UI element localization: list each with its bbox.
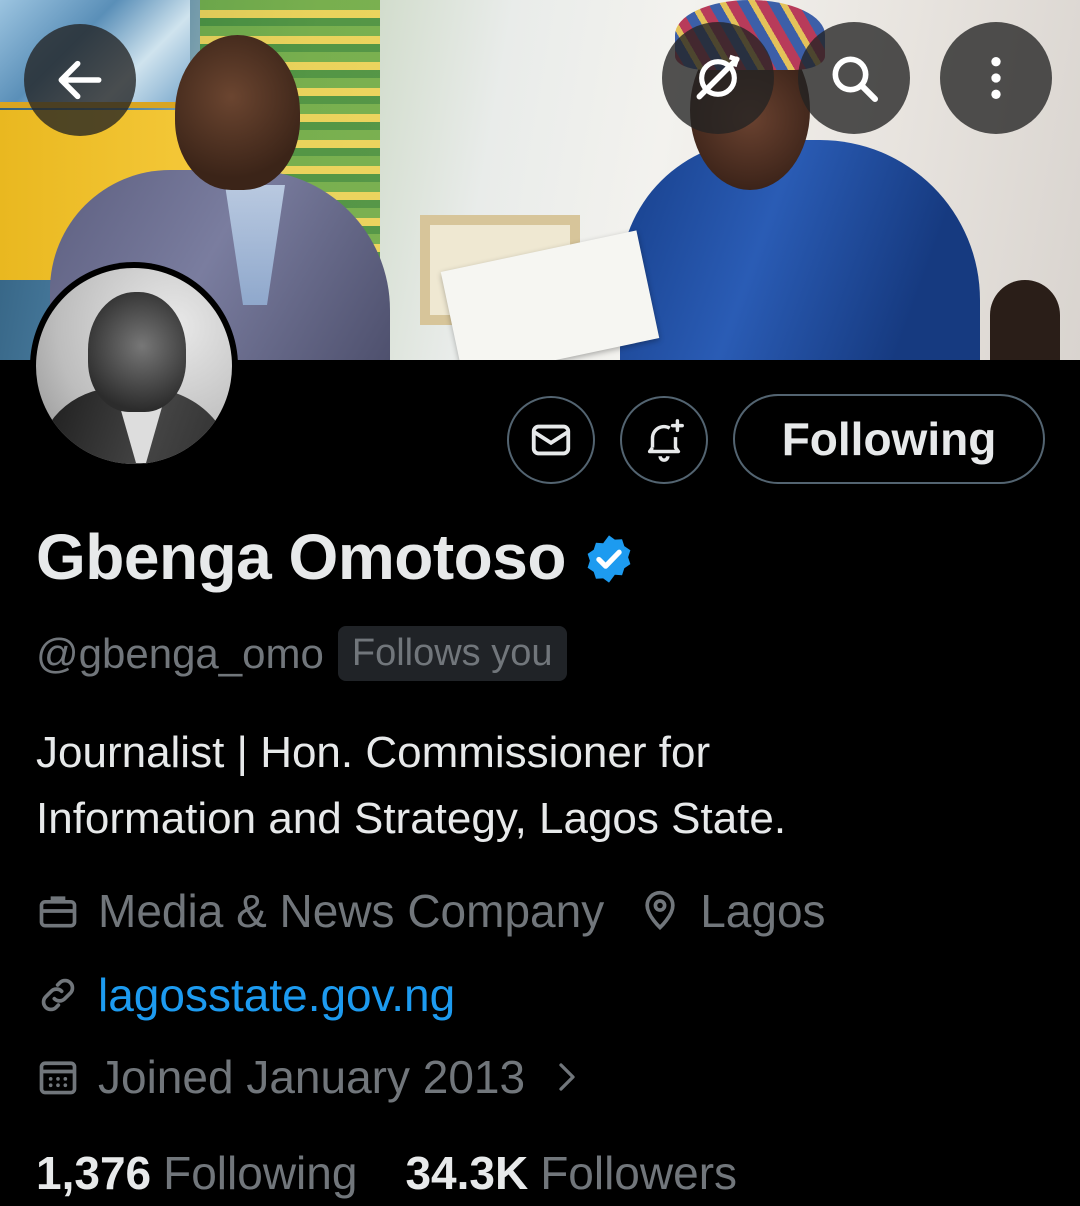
mail-icon <box>531 424 571 456</box>
location-pin-icon <box>645 890 675 931</box>
website-row: lagosstate.gov.ng <box>36 968 455 1022</box>
grok-icon <box>696 54 740 100</box>
followers-label[interactable]: Followers <box>540 1146 737 1200</box>
more-vertical-icon <box>991 57 1001 99</box>
calendar-icon <box>39 1061 77 1095</box>
back-button[interactable] <box>24 24 136 136</box>
notifications-button[interactable] <box>620 396 708 484</box>
briefcase-icon <box>39 896 77 928</box>
location-label: Lagos <box>700 885 826 937</box>
message-button[interactable] <box>507 396 595 484</box>
arrow-left-icon <box>58 60 102 100</box>
bio: Journalist | Hon. Commissioner for Infor… <box>36 728 787 843</box>
grok-button[interactable] <box>662 22 774 134</box>
more-options-button[interactable] <box>940 22 1052 134</box>
followers-count[interactable]: 34.3K <box>405 1146 528 1200</box>
avatar[interactable] <box>30 262 238 470</box>
location-item: Lagos <box>638 884 826 938</box>
category-label: Media & News Company <box>98 885 605 937</box>
link-icon <box>41 978 75 1012</box>
website-link[interactable]: lagosstate.gov.ng <box>98 968 455 1022</box>
joined-row[interactable]: Joined January 2013 <box>36 1050 603 1104</box>
banner-background-person <box>990 280 1060 360</box>
handle-row: @gbenga_omo Follows you <box>36 626 567 681</box>
joined-label: Joined January 2013 <box>98 1051 526 1103</box>
chevron-right-icon <box>559 1063 575 1091</box>
follow-stats: 1,376 Following 34.3K Followers <box>36 1146 785 1200</box>
profile-meta-row: Media & News Company Lagos <box>36 884 860 938</box>
follows-you-badge: Follows you <box>337 626 567 681</box>
category-item: Media & News Company <box>36 884 604 938</box>
following-count[interactable]: 1,376 <box>36 1146 151 1200</box>
profile-name-row: Gbenga Omotoso <box>36 520 636 594</box>
display-name: Gbenga Omotoso <box>36 521 566 593</box>
verified-badge-icon[interactable] <box>582 532 636 586</box>
username: @gbenga_omo <box>36 629 324 677</box>
bell-plus-icon <box>647 419 684 462</box>
following-label[interactable]: Following <box>163 1146 357 1200</box>
avatar-photo <box>36 268 232 464</box>
following-button[interactable]: Following <box>733 394 1045 484</box>
search-icon <box>832 56 879 103</box>
search-button[interactable] <box>798 22 910 134</box>
